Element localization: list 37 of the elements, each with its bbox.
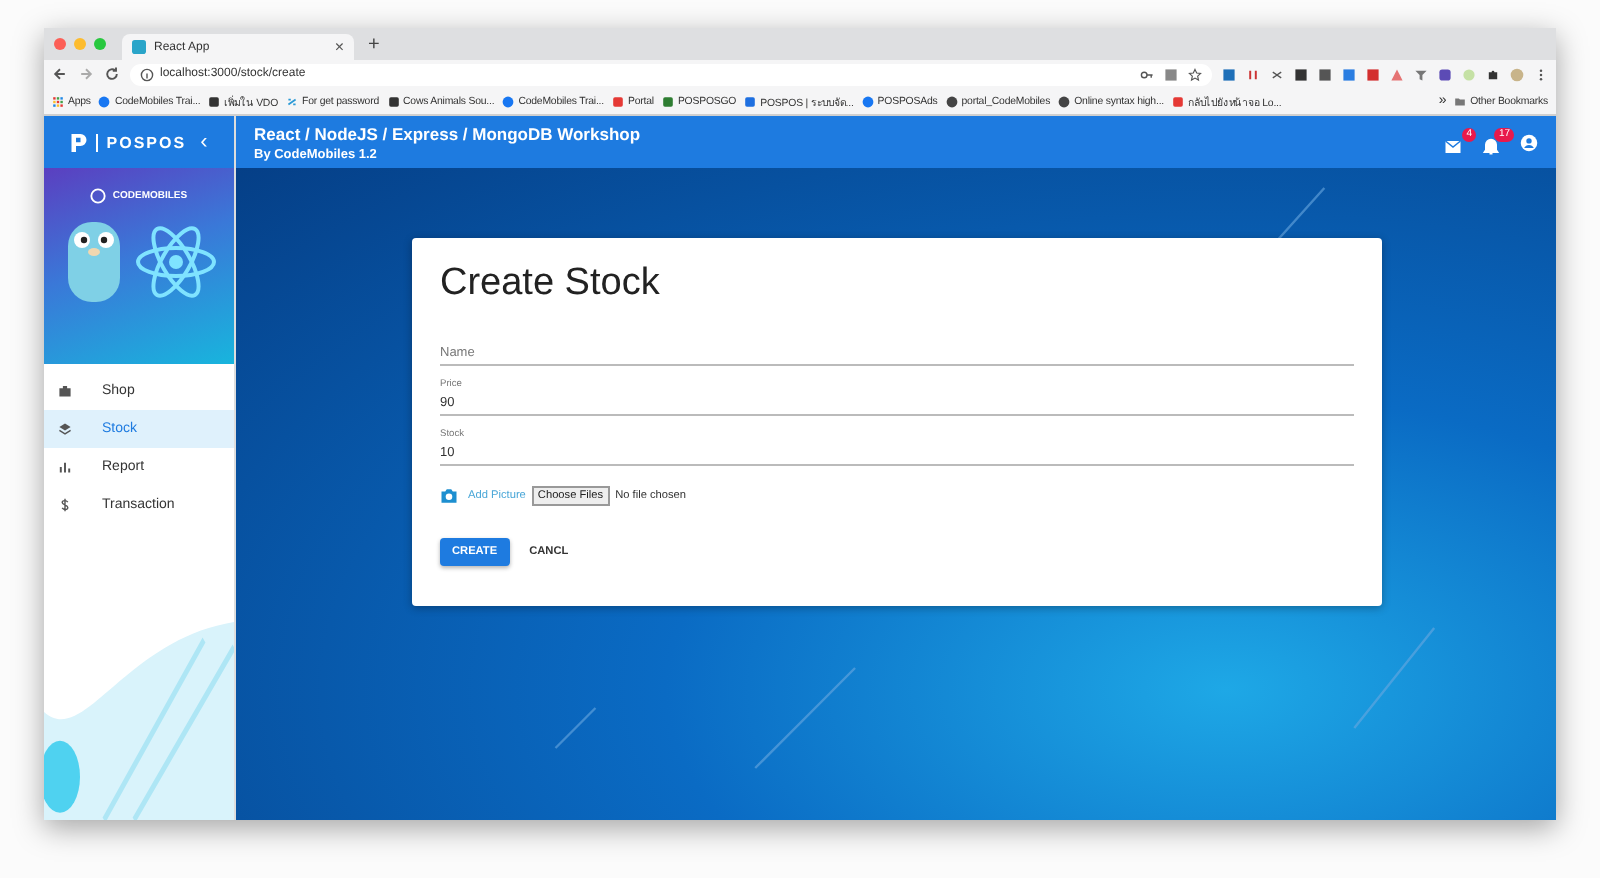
favicon-icon (1058, 95, 1071, 107)
brand-name: POSPOS (96, 133, 187, 151)
favicon-icon (208, 95, 221, 107)
collapse-sidebar-button[interactable]: ‹ (200, 131, 208, 153)
favicon-icon (611, 95, 624, 107)
filter-icon[interactable] (1414, 67, 1428, 81)
key-icon[interactable] (1140, 67, 1154, 81)
link-icon (286, 95, 299, 107)
favicon-icon (945, 95, 958, 107)
bell-icon (1482, 137, 1500, 155)
back-icon[interactable] (52, 66, 68, 82)
apps-grid-icon (52, 95, 64, 107)
favicon-icon (1172, 95, 1184, 107)
layers-icon (58, 422, 72, 436)
favicon-icon (98, 95, 111, 107)
pospos-logo-icon (70, 131, 89, 153)
favicon-icon (661, 95, 674, 107)
favicon-icon (502, 95, 515, 107)
favicon-icon (861, 95, 874, 107)
folder-icon (1454, 95, 1467, 107)
favicon-icon (744, 95, 757, 107)
account-icon[interactable] (1520, 133, 1538, 151)
react-favicon-icon (132, 40, 146, 54)
bar-chart-icon (58, 460, 72, 474)
star-icon[interactable] (1188, 67, 1202, 81)
close-tab-button[interactable]: × (334, 38, 344, 56)
extension-icon[interactable] (1270, 67, 1284, 81)
reload-icon[interactable] (104, 66, 120, 82)
camera-icon (440, 488, 458, 504)
new-tab-button[interactable]: + (354, 34, 380, 60)
form-title: Create Stock (440, 262, 662, 306)
mail-icon (1444, 137, 1462, 155)
info-icon (140, 67, 154, 81)
app-title: React / NodeJS / Express / MongoDB Workshop (254, 123, 643, 143)
dollar-icon (58, 498, 72, 512)
more-icon[interactable] (1534, 67, 1548, 81)
favicon-icon (387, 95, 400, 107)
